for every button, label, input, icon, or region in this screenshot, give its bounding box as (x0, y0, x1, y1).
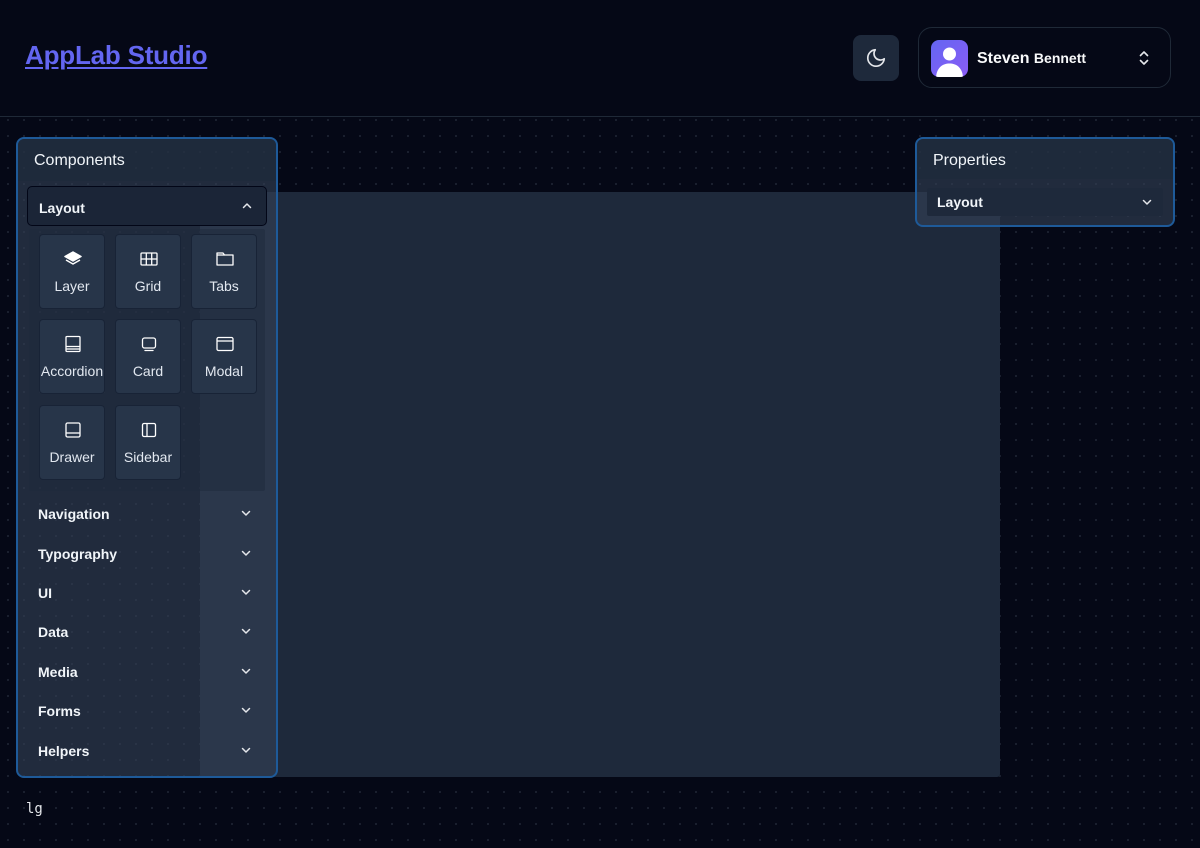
section-toggle-layout[interactable]: Layout (27, 186, 267, 226)
properties-panel: Properties Layout (915, 137, 1175, 227)
top-header: AppLab Studio Steven Bennett (0, 0, 1200, 117)
component-label: Grid (134, 278, 162, 294)
section-toggle-media[interactable]: Media (27, 655, 267, 687)
select-value: Layout (937, 194, 983, 210)
sidebar-icon (141, 422, 157, 438)
component-tabs[interactable]: Tabs (191, 234, 257, 309)
component-label: Layer (54, 278, 90, 294)
component-label: Card (132, 363, 164, 379)
folder-tab-icon (216, 252, 234, 266)
user-first-name: Steven (977, 50, 1030, 67)
drawer-icon (65, 422, 81, 438)
section-toggle-helpers[interactable]: Helpers (27, 734, 267, 766)
accordion-icon (65, 335, 81, 353)
user-last-name: Bennett (1033, 50, 1087, 66)
app-title-link[interactable]: AppLab Studio (25, 40, 207, 71)
section-label: Media (38, 664, 78, 680)
section-label: Layout (39, 200, 85, 216)
user-name: Steven Bennett (977, 50, 1086, 68)
section-toggle-ui[interactable]: UI (27, 576, 267, 608)
component-drawer[interactable]: Drawer (39, 405, 105, 480)
section-toggle-navigation[interactable]: Navigation (27, 497, 267, 529)
chevron-up-down-icon (1139, 51, 1149, 65)
design-canvas[interactable] (200, 192, 1000, 777)
chevron-down-icon (241, 747, 251, 753)
layout-components-grid: Layer Grid Tabs Accordion Card Modal Dra… (29, 229, 265, 491)
breakpoint-indicator: lg (26, 801, 43, 817)
component-modal[interactable]: Modal (191, 319, 257, 394)
chevron-up-icon (242, 203, 252, 209)
component-label: Sidebar (123, 449, 173, 465)
section-label: Forms (38, 703, 81, 719)
section-label: Typography (38, 546, 118, 562)
component-sidebar[interactable]: Sidebar (115, 405, 181, 480)
component-card[interactable]: Card (115, 319, 181, 394)
section-toggle-forms[interactable]: Forms (27, 694, 267, 726)
chevron-down-icon (241, 550, 251, 556)
theme-toggle-button[interactable] (853, 35, 899, 81)
component-accordion[interactable]: Accordion (39, 319, 105, 394)
component-label: Tabs (209, 278, 239, 294)
section-label: Navigation (38, 506, 110, 522)
properties-category-select[interactable]: Layout (927, 188, 1163, 216)
chevron-down-icon (241, 707, 251, 713)
properties-panel-header: Properties (917, 139, 1173, 179)
user-menu-button[interactable]: Steven Bennett (918, 27, 1171, 88)
section-label: Data (38, 624, 69, 640)
user-avatar-icon (931, 40, 968, 77)
chevron-down-icon (241, 589, 251, 595)
section-toggle-data[interactable]: Data (27, 615, 267, 647)
grid-icon (140, 252, 158, 266)
component-label: Modal (204, 363, 244, 379)
section-label: Helpers (38, 743, 90, 759)
components-panel: Components Layout Layer Grid Tabs Accord… (16, 137, 278, 778)
properties-panel-title: Properties (933, 152, 1006, 169)
card-icon (141, 337, 157, 352)
chevron-down-icon (241, 668, 251, 674)
component-label: Accordion (40, 363, 104, 379)
components-panel-title: Components (34, 152, 125, 169)
section-label: UI (38, 585, 52, 601)
component-grid[interactable]: Grid (115, 234, 181, 309)
app-page: AppLab Studio Steven Bennett Components … (0, 0, 1200, 848)
moon-icon (866, 48, 886, 68)
chevron-down-icon (241, 628, 251, 634)
chevron-down-icon (1142, 199, 1152, 205)
components-panel-header: Components (18, 139, 276, 181)
component-label: Drawer (49, 449, 95, 465)
component-layer[interactable]: Layer (39, 234, 105, 309)
layers-icon (64, 251, 82, 265)
window-icon (216, 336, 234, 352)
chevron-down-icon (241, 510, 251, 516)
section-toggle-typography[interactable]: Typography (27, 537, 267, 569)
